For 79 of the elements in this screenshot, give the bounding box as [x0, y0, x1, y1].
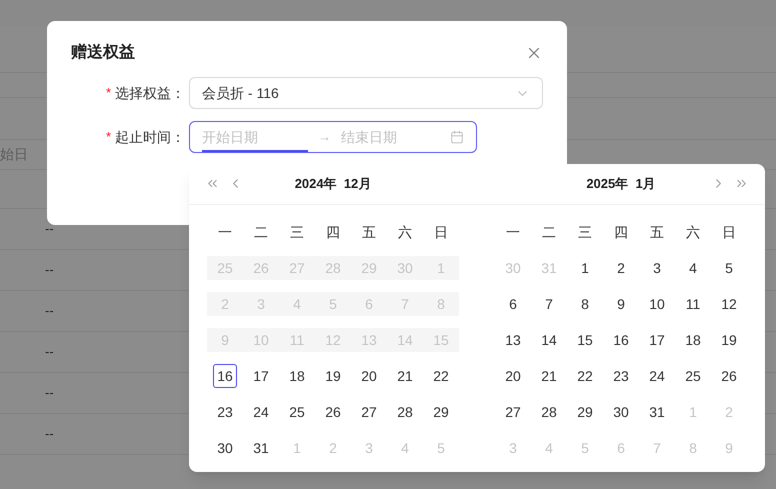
day-cell[interactable]: 16: [213, 364, 237, 388]
day-cell[interactable]: 21: [537, 364, 561, 388]
day-cell[interactable]: 1: [573, 256, 597, 280]
range-separator: →: [318, 128, 331, 146]
select-field[interactable]: 会员折 - 116: [189, 77, 543, 109]
weekday-label: 四: [325, 222, 341, 242]
day-cell[interactable]: 6: [501, 292, 525, 316]
day-cell[interactable]: 27: [357, 400, 381, 424]
day-cell[interactable]: 24: [249, 400, 273, 424]
weekday-label: 三: [289, 222, 305, 242]
day-cell[interactable]: 2: [609, 256, 633, 280]
weekday-label: 日: [721, 222, 737, 242]
end-date-input[interactable]: 结束日期: [341, 126, 441, 148]
day-cell[interactable]: 20: [501, 364, 525, 388]
day-cell[interactable]: 25: [681, 364, 705, 388]
weekday-label: 五: [649, 222, 665, 242]
weekday-label: 一: [505, 222, 521, 242]
day-cell[interactable]: 18: [285, 364, 309, 388]
required-mark: *: [106, 84, 111, 102]
day-cell[interactable]: 14: [537, 328, 561, 352]
weekday-label: 一: [217, 222, 233, 242]
day-cell[interactable]: 12: [717, 292, 741, 316]
day-cell[interactable]: 28: [393, 400, 417, 424]
day-cell[interactable]: 31: [645, 400, 669, 424]
day-cell[interactable]: 30: [609, 400, 633, 424]
table-cell-text: --: [45, 261, 54, 280]
day-cell[interactable]: 22: [429, 364, 453, 388]
day-cell[interactable]: 13: [501, 328, 525, 352]
day-cell[interactable]: 24: [645, 364, 669, 388]
weekday-label: 六: [685, 222, 701, 242]
field-label: 起止时间：: [115, 128, 185, 146]
day-cell[interactable]: 9: [609, 292, 633, 316]
day-cell[interactable]: 25: [285, 400, 309, 424]
calendar-icon: [450, 130, 464, 144]
day-cell[interactable]: 5: [717, 256, 741, 280]
day-cell[interactable]: 21: [393, 364, 417, 388]
day-cell[interactable]: 29: [429, 400, 453, 424]
weekday-label: 二: [541, 222, 557, 242]
day-cell[interactable]: 15: [573, 328, 597, 352]
table-cell-text: --: [45, 425, 54, 444]
day-cell[interactable]: 16: [609, 328, 633, 352]
day-cell[interactable]: 17: [249, 364, 273, 388]
table-cell-text: --: [45, 302, 54, 320]
day-cell[interactable]: 26: [717, 364, 741, 388]
weekday-label: 四: [613, 222, 629, 242]
weekday-label: 三: [577, 222, 593, 242]
day-cell[interactable]: 19: [321, 364, 345, 388]
table-cell-text: --: [45, 220, 54, 238]
table-cell-text: --: [45, 343, 54, 362]
day-cell[interactable]: 20: [357, 364, 381, 388]
day-cell[interactable]: 7: [537, 292, 561, 316]
day-cell[interactable]: 18: [681, 328, 705, 352]
weekday-label: 六: [397, 222, 413, 242]
day-cell[interactable]: 31: [249, 436, 273, 460]
day-cell[interactable]: 27: [501, 400, 525, 424]
day-cell[interactable]: 23: [213, 400, 237, 424]
day-cell[interactable]: 22: [573, 364, 597, 388]
day-cell[interactable]: 19: [717, 328, 741, 352]
day-cell[interactable]: 26: [321, 400, 345, 424]
start-date-input[interactable]: 开始日期: [202, 124, 308, 152]
day-cell[interactable]: 29: [573, 400, 597, 424]
day-cell[interactable]: 3: [645, 256, 669, 280]
weekday-label: 日: [433, 222, 449, 242]
field-label: 选择权益：: [115, 84, 185, 102]
day-cell[interactable]: 30: [213, 436, 237, 460]
day-cell[interactable]: 28: [537, 400, 561, 424]
dialog-title: 赠送权益: [71, 42, 135, 63]
day-cell[interactable]: 23: [609, 364, 633, 388]
day-cell[interactable]: 11: [681, 292, 705, 316]
required-mark: *: [106, 128, 111, 146]
day-cell[interactable]: 4: [681, 256, 705, 280]
weekday-label: 五: [361, 222, 377, 242]
day-cell[interactable]: 10: [645, 292, 669, 316]
weekday-label: 二: [253, 222, 269, 242]
table-cell-text: --: [45, 384, 54, 402]
month-title[interactable]: 2025年 1月: [586, 174, 656, 194]
day-cell[interactable]: 8: [573, 292, 597, 316]
month-title[interactable]: 2024年 12月: [294, 174, 372, 194]
day-cell[interactable]: 17: [645, 328, 669, 352]
